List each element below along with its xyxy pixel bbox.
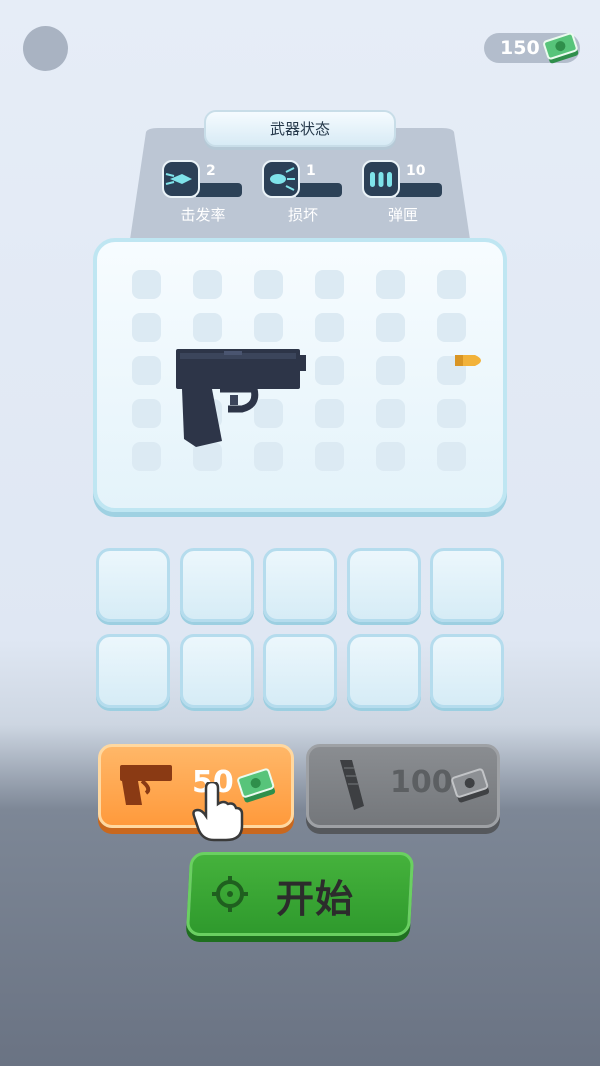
- board-cell[interactable]: [437, 270, 466, 299]
- avatar[interactable]: [23, 26, 68, 71]
- money-icon: [542, 28, 580, 72]
- board-cell[interactable]: [376, 313, 405, 342]
- inventory-slot[interactable]: [96, 634, 170, 708]
- board-cell[interactable]: [437, 399, 466, 428]
- board-cell[interactable]: [315, 442, 344, 471]
- magazine-value: 10: [406, 163, 426, 179]
- board-cell[interactable]: [193, 313, 222, 342]
- fire-rate-value: 2: [206, 163, 216, 179]
- stats-title: 武器状态: [269, 120, 330, 138]
- board-cell[interactable]: [132, 270, 161, 299]
- money-icon: [450, 762, 490, 810]
- inventory-slot[interactable]: [346, 548, 421, 622]
- board-cell[interactable]: [376, 356, 405, 385]
- pistol-icon: [120, 765, 172, 805]
- buy-ammo-price: 100: [390, 765, 453, 800]
- board-cell[interactable]: [376, 270, 405, 299]
- board-cell[interactable]: [193, 270, 222, 299]
- board-cell[interactable]: [132, 399, 161, 428]
- inventory-slot[interactable]: [179, 634, 254, 708]
- board-cell[interactable]: [254, 270, 283, 299]
- board-cell[interactable]: [376, 399, 405, 428]
- magazine-label: 弹匣: [387, 206, 418, 224]
- board-cell[interactable]: [254, 313, 283, 342]
- magazine-icon: [340, 760, 364, 810]
- magazine-icon: [362, 160, 400, 198]
- damage-value: 1: [306, 163, 316, 179]
- board-cell[interactable]: [132, 442, 161, 471]
- inventory-slot[interactable]: [263, 548, 337, 622]
- inventory-slot[interactable]: [346, 634, 421, 708]
- inventory-slot[interactable]: [96, 548, 170, 622]
- tutorial-hand-icon: [192, 782, 244, 842]
- fire-rate-bar: [196, 183, 242, 197]
- board-cell[interactable]: [315, 399, 344, 428]
- damage-icon: [262, 160, 300, 198]
- damage-bar: [296, 183, 342, 197]
- pistol-weapon[interactable]: [172, 343, 308, 451]
- damage-label: 损坏: [287, 206, 318, 224]
- board-cell[interactable]: [437, 313, 466, 342]
- fire-rate-label: 击发率: [180, 206, 226, 224]
- board-cell[interactable]: [376, 442, 405, 471]
- start-label: 开始: [276, 877, 355, 921]
- board-cell[interactable]: [132, 313, 161, 342]
- bullet-icon: [455, 355, 481, 366]
- magazine-bar: [396, 183, 442, 197]
- inventory-slot[interactable]: [179, 548, 254, 622]
- inventory-slot[interactable]: [430, 548, 504, 622]
- cash-value: 150: [500, 37, 540, 59]
- board-cell[interactable]: [132, 356, 161, 385]
- inventory-slot[interactable]: [430, 634, 504, 708]
- board-cell[interactable]: [315, 313, 344, 342]
- crosshair-icon: [212, 876, 248, 912]
- board-cell[interactable]: [437, 442, 466, 471]
- fire-rate-icon: [162, 160, 200, 198]
- board-cell[interactable]: [315, 270, 344, 299]
- board-cell[interactable]: [315, 356, 344, 385]
- inventory-slot[interactable]: [263, 634, 337, 708]
